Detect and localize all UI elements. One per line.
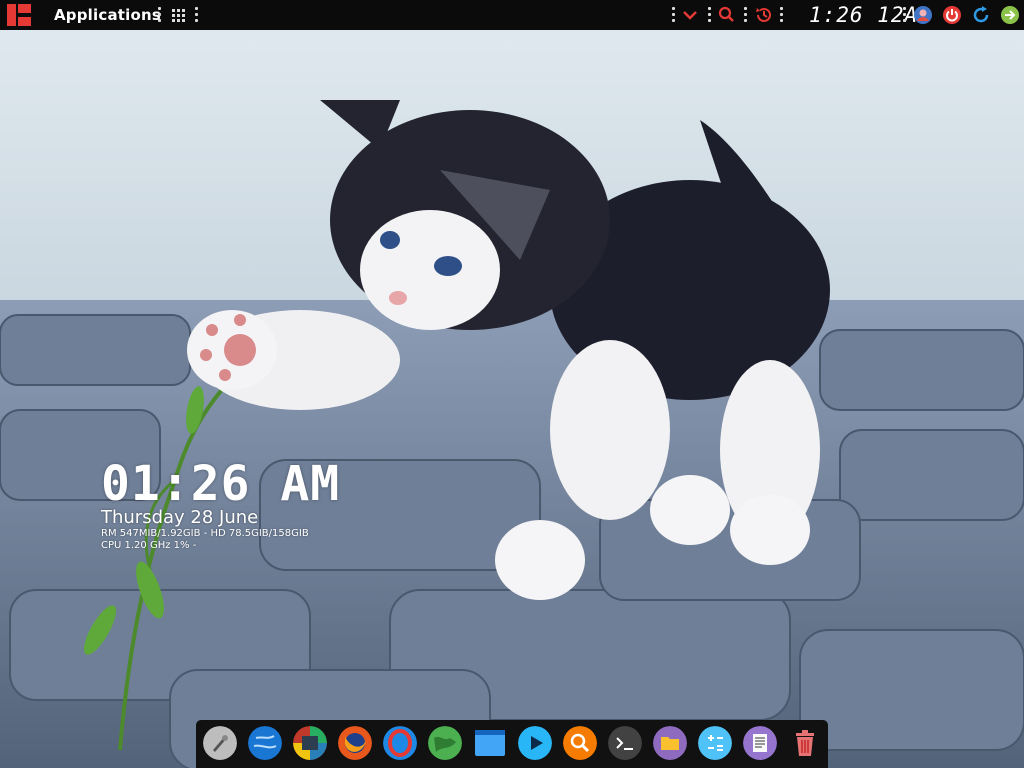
- launcher-icon[interactable]: [203, 726, 237, 760]
- files-icon[interactable]: [653, 726, 687, 760]
- refresh-icon[interactable]: [971, 5, 991, 25]
- chevron-down-icon[interactable]: [680, 5, 700, 25]
- workspace-grid-icon[interactable]: [172, 9, 186, 23]
- app-search-icon[interactable]: [563, 726, 597, 760]
- widget-ram-disk: RM 547MIB/1.92GIB - HD 78.5GIB/158GIB: [101, 528, 309, 539]
- desktop-wallpaper: [0, 30, 1024, 768]
- logout-icon[interactable]: [1000, 5, 1020, 25]
- separator-handle: [672, 7, 676, 23]
- separator-handle: [903, 7, 907, 23]
- browser-globe-icon[interactable]: [248, 726, 282, 760]
- media-player-icon[interactable]: [518, 726, 552, 760]
- separator-handle: [195, 7, 199, 23]
- trash-icon[interactable]: [788, 726, 822, 760]
- power-icon[interactable]: [942, 5, 962, 25]
- separator-handle: [708, 7, 712, 23]
- world-map-icon[interactable]: [428, 726, 462, 760]
- top-panel: Applications 1:26 12A: [0, 0, 1024, 30]
- terminal-icon[interactable]: [608, 726, 642, 760]
- desktop-clock-widget: 01:26 AM Thursday 28 June RM 547MIB/1.92…: [101, 458, 340, 552]
- separator-handle: [158, 7, 162, 23]
- text-editor-icon[interactable]: [743, 726, 777, 760]
- applications-menu[interactable]: Applications: [54, 6, 161, 24]
- menu-logo-icon[interactable]: [7, 4, 31, 26]
- window-manager-icon[interactable]: [473, 726, 507, 760]
- calculator-icon[interactable]: [698, 726, 732, 760]
- search-icon[interactable]: [717, 5, 737, 25]
- firefox-icon[interactable]: [338, 726, 372, 760]
- widget-time: 01:26 AM: [101, 456, 341, 512]
- history-icon[interactable]: [754, 5, 774, 25]
- user-avatar[interactable]: [913, 5, 933, 25]
- separator-handle: [744, 7, 748, 23]
- photos-icon[interactable]: [293, 726, 327, 760]
- panel-clock[interactable]: 1:26 12A: [809, 3, 918, 27]
- opera-icon[interactable]: [383, 726, 417, 760]
- widget-cpu: CPU 1.20 GHz 1% -: [101, 540, 197, 551]
- application-dock: [196, 720, 828, 768]
- separator-handle: [780, 7, 784, 23]
